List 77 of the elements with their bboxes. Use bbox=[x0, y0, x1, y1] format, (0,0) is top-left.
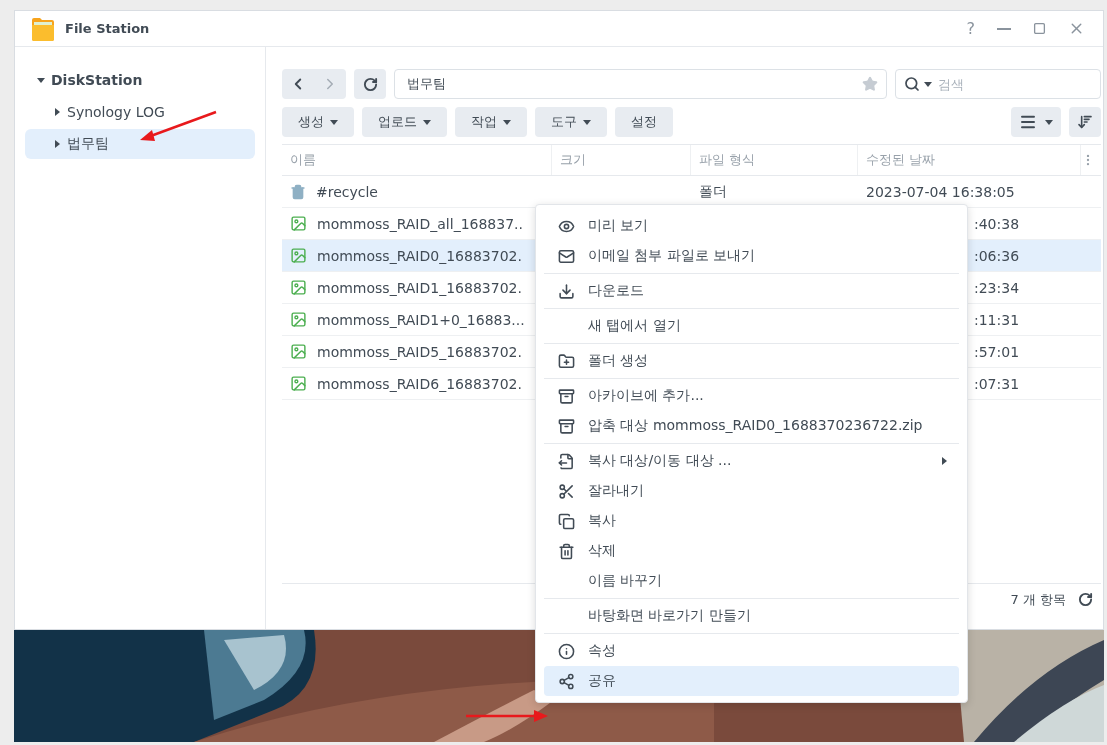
modified-date-cell-text: :23:34 bbox=[973, 279, 1021, 296]
modified-date-cell-text: :57:01 bbox=[973, 343, 1021, 360]
menu-item[interactable]: 아카이브에 추가... bbox=[544, 381, 959, 411]
menu-item[interactable]: 복사 bbox=[544, 506, 959, 536]
caret-icon bbox=[330, 119, 338, 125]
file-name-cell: #recycle bbox=[282, 183, 552, 200]
refresh-button[interactable] bbox=[354, 69, 386, 99]
image-file-icon bbox=[290, 311, 307, 328]
caret-icon bbox=[583, 119, 591, 125]
menu-item[interactable]: 속성 bbox=[544, 636, 959, 666]
caret-icon bbox=[503, 119, 511, 125]
path-field[interactable]: 법무팀 bbox=[405, 75, 862, 93]
minimize-icon bbox=[997, 27, 1011, 30]
folder-icon bbox=[31, 15, 55, 42]
menu-item[interactable]: 잘라내기 bbox=[544, 476, 959, 506]
list-view-icon bbox=[1019, 113, 1037, 131]
folder-plus-icon bbox=[557, 352, 575, 370]
menu-item[interactable]: 이메일 첨부 파일로 보내기 bbox=[544, 241, 959, 271]
menu-item[interactable]: 복사 대상/이동 대상 ... bbox=[544, 446, 959, 476]
archive-icon bbox=[557, 417, 575, 435]
sort-button[interactable] bbox=[1069, 107, 1101, 137]
modified-date-cell-text: :11:31 bbox=[973, 311, 1021, 328]
image-file-icon bbox=[290, 343, 307, 360]
archive-icon bbox=[557, 387, 575, 405]
menu-item[interactable]: 이름 바꾸기 bbox=[544, 566, 959, 596]
share-icon bbox=[557, 672, 575, 690]
image-file-icon bbox=[290, 279, 307, 296]
toolbar-button[interactable]: 작업 bbox=[455, 107, 527, 137]
caret-icon[interactable] bbox=[53, 140, 61, 148]
caret-icon[interactable] bbox=[37, 76, 45, 84]
caret-icon bbox=[1045, 119, 1053, 125]
folder-tree-item[interactable]: DiskStation bbox=[25, 65, 255, 95]
menu-item[interactable]: 공유 bbox=[544, 666, 959, 696]
toolbar-button[interactable]: 도구 bbox=[535, 107, 607, 137]
file-type-cell-text: 폴더 bbox=[698, 182, 728, 201]
toolbar-button[interactable]: 생성 bbox=[282, 107, 354, 137]
view-mode-button[interactable] bbox=[1011, 107, 1061, 137]
modified-date-cell-text: :06:36 bbox=[973, 247, 1021, 264]
image-file-icon bbox=[290, 247, 307, 264]
scissors-icon bbox=[557, 482, 575, 500]
maximize-icon bbox=[1033, 22, 1046, 35]
menu-item[interactable]: 다운로드 bbox=[544, 276, 959, 306]
caret-icon bbox=[423, 119, 431, 125]
menu-item[interactable]: 새 탭에서 열기 bbox=[544, 311, 959, 341]
menu-item[interactable]: 압축 대상 mommoss_RAID0_1688370236722.zip bbox=[544, 411, 959, 441]
item-count: 7 개 항목 bbox=[1010, 590, 1066, 609]
menu-item[interactable]: 미리 보기 bbox=[544, 211, 959, 241]
refresh-icon bbox=[362, 76, 378, 92]
toolbar-button[interactable]: 업로드 bbox=[362, 107, 447, 137]
file-arrow-icon bbox=[557, 452, 575, 470]
image-file-icon bbox=[290, 375, 307, 392]
download-icon bbox=[557, 282, 575, 300]
image-file-icon bbox=[290, 215, 307, 232]
folder-tree-item[interactable]: 법무팀 bbox=[25, 129, 255, 159]
caret-icon bbox=[924, 81, 932, 87]
window-title: File Station bbox=[65, 21, 151, 36]
path-bar[interactable]: 법무팀 bbox=[394, 69, 887, 99]
copy-icon bbox=[557, 512, 575, 530]
trash-icon bbox=[557, 542, 575, 560]
star-icon[interactable] bbox=[862, 76, 878, 92]
search-field[interactable]: 검색 bbox=[936, 75, 1092, 93]
modified-date-cell-text: :40:38 bbox=[973, 215, 1021, 232]
folder-tree-item[interactable]: Synology LOG bbox=[25, 97, 255, 127]
search-bar[interactable]: 검색 bbox=[895, 69, 1101, 99]
toolbar-button[interactable]: 설정 bbox=[615, 107, 673, 137]
sort-icon bbox=[1077, 114, 1093, 130]
menu-item[interactable]: 폴더 생성 bbox=[544, 346, 959, 376]
info-icon bbox=[557, 642, 575, 660]
refresh-icon[interactable] bbox=[1078, 592, 1093, 607]
modified-date-cell-text: 2023-07-04 16:38:05 bbox=[865, 183, 1016, 200]
menu-item[interactable]: 바탕화면 바로가기 만들기 bbox=[544, 601, 959, 631]
search-icon bbox=[904, 76, 920, 92]
trash-icon bbox=[290, 183, 306, 200]
menu-item[interactable]: 삭제 bbox=[544, 536, 959, 566]
caret-icon[interactable] bbox=[53, 108, 61, 116]
modified-date-cell-text: :07:31 bbox=[973, 375, 1021, 392]
mail-icon bbox=[557, 247, 575, 265]
